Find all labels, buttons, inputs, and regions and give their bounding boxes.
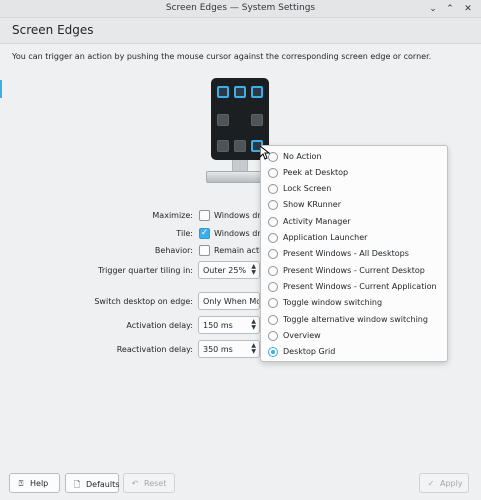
defaults-button[interactable]: 🗋 Defaults (65, 473, 119, 493)
menu-item-desktop-grid[interactable]: Desktop Grid (261, 344, 447, 360)
maximize-checkbox-text: Windows dra (214, 211, 266, 220)
radio-icon (268, 200, 278, 210)
menu-item-present-windows-current-application[interactable]: Present Windows - Current Application (261, 279, 447, 295)
minimize-icon[interactable]: ⌄ (426, 2, 440, 16)
close-icon[interactable]: ✕ (461, 2, 475, 16)
menu-item-toggle-alternative-window-switching[interactable]: Toggle alternative window switching (261, 312, 447, 328)
apply-button[interactable]: ✓ Apply (419, 473, 469, 493)
menu-item-overview[interactable]: Overview (261, 328, 447, 344)
tile-label: Tile: (176, 229, 193, 238)
window-title: Screen Edges — System Settings (165, 3, 316, 13)
behavior-checkbox-text: Remain activ (214, 246, 267, 255)
maximize-label: Maximize: (152, 211, 193, 220)
edge-right[interactable] (251, 114, 263, 126)
activation-delay-label: Activation delay: (126, 321, 193, 330)
edge-top[interactable] (234, 86, 246, 98)
switch-desktop-combobox[interactable]: Only When Mov (198, 292, 260, 310)
corner-bottom-left[interactable] (217, 140, 229, 152)
sidebar-selection-indicator (0, 80, 2, 98)
edge-left[interactable] (217, 114, 229, 126)
radio-icon (268, 184, 278, 194)
menu-item-present-windows-all[interactable]: Present Windows - All Desktops (261, 246, 447, 262)
maximize-icon[interactable]: ⌃ (443, 2, 457, 16)
menu-item-application-launcher[interactable]: Application Launcher (261, 230, 447, 246)
reactivation-delay-spinbox[interactable]: 350 ms ▲ ▼ (198, 340, 260, 358)
menu-item-peek-at-desktop[interactable]: Peek at Desktop (261, 165, 447, 181)
mouse-pointer-icon (260, 146, 270, 160)
edge-bottom[interactable] (234, 140, 246, 152)
radio-icon (268, 298, 278, 308)
radio-icon (268, 217, 278, 227)
page-header: Screen Edges (0, 18, 481, 44)
corner-top-right[interactable] (251, 86, 263, 98)
radio-icon (268, 266, 278, 276)
document-icon: 🗋 (73, 480, 81, 489)
radio-icon (268, 249, 278, 259)
radio-icon (268, 168, 278, 178)
menu-item-no-action[interactable]: No Action (261, 149, 447, 165)
menu-item-present-windows-current-desktop[interactable]: Present Windows - Current Desktop (261, 263, 447, 279)
reactivation-delay-label: Reactivation delay: (116, 345, 193, 354)
tile-checkbox-text: Windows dra (214, 229, 266, 238)
spinner-arrows-icon[interactable]: ▲ ▼ (251, 319, 256, 331)
quarter-tiling-spinbox[interactable]: Outer 25% ▲ ▼ (198, 261, 260, 279)
quarter-tiling-value: Outer 25% (203, 266, 247, 275)
switch-desktop-label: Switch desktop on edge: (94, 297, 193, 306)
radio-icon (268, 233, 278, 243)
reset-icon: ↶ (131, 479, 139, 488)
spinner-arrows-icon[interactable]: ▲ ▼ (251, 264, 256, 276)
menu-item-activity-manager[interactable]: Activity Manager (261, 214, 447, 230)
help-icon: ⍰ (18, 479, 24, 488)
reactivation-delay-value: 350 ms (203, 345, 233, 354)
behavior-checkbox[interactable] (199, 245, 210, 256)
spinner-arrows-icon[interactable]: ▲ ▼ (251, 343, 256, 355)
corner-top-left[interactable] (217, 86, 229, 98)
radio-icon (268, 331, 278, 341)
maximize-checkbox[interactable] (199, 210, 210, 221)
activation-delay-spinbox[interactable]: 150 ms ▲ ▼ (198, 316, 260, 334)
behavior-label: Behavior: (154, 246, 193, 255)
radio-icon (268, 282, 278, 292)
menu-item-toggle-window-switching[interactable]: Toggle window switching (261, 295, 447, 311)
menu-item-lock-screen[interactable]: Lock Screen (261, 181, 447, 197)
tile-checkbox[interactable]: ✓ (199, 228, 210, 239)
page-title: Screen Edges (12, 23, 94, 37)
radio-selected-icon (268, 347, 278, 357)
quarter-tiling-label: Trigger quarter tiling in: (98, 266, 193, 275)
checkmark-icon: ✓ (427, 479, 435, 488)
window-titlebar: Screen Edges — System Settings ⌄ ⌃ ✕ (0, 0, 481, 18)
switch-desktop-value: Only When Mov (203, 297, 260, 306)
page-description: You can trigger an action by pushing the… (12, 52, 432, 61)
radio-icon (268, 315, 278, 325)
menu-item-show-krunner[interactable]: Show KRunner (261, 197, 447, 213)
edge-action-menu: No Action Peek at Desktop Lock Screen Sh… (260, 145, 448, 362)
reset-button[interactable]: ↶ Reset (123, 473, 175, 493)
help-button[interactable]: ⍰ Help (9, 473, 60, 493)
activation-delay-value: 150 ms (203, 321, 233, 330)
